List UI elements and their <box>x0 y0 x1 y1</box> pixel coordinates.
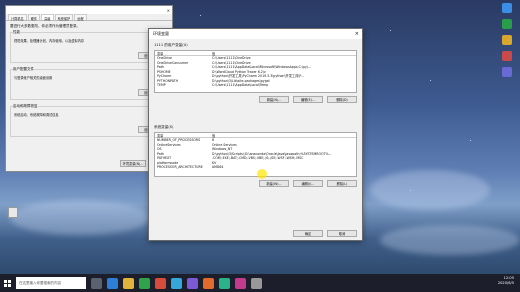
edit-user-var-button[interactable]: 编辑(E)... <box>293 96 323 103</box>
desktop-shortcut[interactable] <box>498 3 516 13</box>
group-startup-recovery: 启动和故障恢复 系统启动、系统故障和调试信息 设置(T)... <box>10 104 168 137</box>
taskbar-apps <box>86 277 262 289</box>
tab-remote[interactable]: 远程 <box>74 14 87 21</box>
ok-button[interactable]: 确定 <box>293 230 323 237</box>
system-vars-buttons: 新建(W)... 编辑(I)... 删除(L) <box>154 180 357 187</box>
system-tray-clock[interactable]: 12:05 2020/6/5 <box>498 276 514 286</box>
group-performance: 性能 视觉效果，处理器计划，内存使用，以及虚拟内存 设置(S)... <box>10 30 168 63</box>
table-row[interactable]: PROCESSOR_ARCHITECTURE AMD64 <box>155 165 356 170</box>
desktop-shortcut[interactable] <box>498 67 516 77</box>
group-title: 性能 <box>13 30 20 35</box>
app-icon <box>502 67 512 77</box>
document-icon <box>8 207 18 218</box>
tab-computer-name[interactable]: 计算机名 <box>8 14 27 21</box>
var-value: AMD64 <box>212 165 224 169</box>
delete-user-var-button[interactable]: 删除(D) <box>327 96 357 103</box>
group-desc: 与登录帐户相关的桌面设置 <box>14 76 53 80</box>
tab-hardware[interactable]: 硬件 <box>27 14 41 21</box>
new-system-var-button[interactable]: 新建(W)... <box>259 180 289 187</box>
desktop-shortcut[interactable] <box>498 51 516 61</box>
star <box>430 80 431 81</box>
clock-date: 2020/6/5 <box>497 281 514 285</box>
col-variable[interactable]: 变量 <box>155 51 210 56</box>
sysprops-tabs: 计算机名 硬件 高级 系统保护 远程 <box>6 14 172 21</box>
group-desc: 视觉效果，处理器计划，内存使用，以及虚拟内存 <box>14 39 85 43</box>
new-user-var-button[interactable]: 新建(N)... <box>259 96 289 103</box>
taskbar-search-input[interactable]: 在这里输入你要搜索的内容 <box>16 277 86 289</box>
taskbar: 在这里输入你要搜索的内容 12:05 2020/6/5 <box>0 274 520 292</box>
app-icon[interactable] <box>219 277 230 289</box>
sysprops-titlebar: × <box>6 6 172 14</box>
task-view-icon[interactable] <box>91 277 102 289</box>
user-vars-table: 变量 值 OneDrive C:\Users\1111\OneDrive OneDr… <box>154 50 357 93</box>
cursor-highlight <box>257 169 267 179</box>
cloud <box>10 200 150 235</box>
cancel-button[interactable]: 取消 <box>327 230 357 237</box>
app-icon[interactable] <box>155 277 166 289</box>
windows-logo-icon <box>3 279 11 287</box>
cloud <box>370 170 490 210</box>
tab-system-protection[interactable]: 系统保护 <box>54 14 74 21</box>
app-icon[interactable] <box>251 277 262 289</box>
group-desc: 系统启动、系统故障和调试信息 <box>14 113 59 117</box>
group-user-profiles: 用户配置文件 与登录帐户相关的桌面设置 设置(E)... <box>10 67 168 100</box>
env-titlebar: 环境变量 × <box>149 29 362 39</box>
star <box>470 140 471 141</box>
app-icon <box>502 51 512 61</box>
star <box>200 15 201 16</box>
var-name: TEMP <box>157 83 166 87</box>
system-vars-label: 系统变量(S) <box>154 125 174 129</box>
app-icon[interactable] <box>139 277 150 289</box>
desktop-shortcut[interactable] <box>498 35 516 45</box>
group-title: 用户配置文件 <box>13 67 34 72</box>
user-vars-label: 1111 的用户变量(U) <box>154 43 188 47</box>
browser-icon[interactable] <box>107 277 118 289</box>
desktop-icons-right <box>496 3 518 83</box>
var-value: C:\Users\1111\AppData\Local\Temp <box>212 83 269 87</box>
desktop-document-icon[interactable] <box>4 207 22 218</box>
cloud <box>380 225 520 255</box>
app-icon[interactable] <box>235 277 246 289</box>
env-title: 环境变量 <box>153 31 169 36</box>
dialog-buttons: 确定 取消 <box>293 230 357 237</box>
app-icon <box>502 3 512 13</box>
app-icon[interactable] <box>171 277 182 289</box>
app-icon[interactable] <box>203 277 214 289</box>
tab-advanced[interactable]: 高级 <box>41 14 54 21</box>
explorer-icon[interactable] <box>123 277 134 289</box>
group-title: 启动和故障恢复 <box>13 104 38 109</box>
close-icon[interactable]: × <box>167 8 170 13</box>
delete-system-var-button[interactable]: 删除(L) <box>327 180 357 187</box>
desktop-shortcut[interactable] <box>498 19 516 29</box>
col-value[interactable]: 值 <box>210 133 356 138</box>
close-icon[interactable]: × <box>355 31 359 37</box>
var-name: PROCESSOR_ARCHITECTURE <box>157 165 203 169</box>
app-icon <box>502 35 512 45</box>
col-value[interactable]: 值 <box>210 51 356 56</box>
environment-variables-dialog: 环境变量 × 1111 的用户变量(U) 变量 值 OneDrive C:\Use… <box>148 28 363 241</box>
table-row[interactable]: TEMP C:\Users\1111\AppData\Local\Temp <box>155 83 356 88</box>
start-button[interactable] <box>0 274 14 292</box>
user-vars-buttons: 新建(N)... 编辑(E)... 删除(D) <box>154 96 357 103</box>
environment-variables-button[interactable]: 环境变量(N)... <box>120 160 146 167</box>
app-icon <box>502 19 512 29</box>
system-vars-table: 变量 值 NUMBER_OF_PROCESSORS 8 OnlineServices… <box>154 132 357 177</box>
edit-system-var-button[interactable]: 编辑(I)... <box>293 180 323 187</box>
star <box>390 30 391 31</box>
app-icon[interactable] <box>187 277 198 289</box>
admin-note: 要进行大多数更改，你必须作为管理员登录。 <box>10 24 80 28</box>
col-variable[interactable]: 变量 <box>155 133 210 138</box>
